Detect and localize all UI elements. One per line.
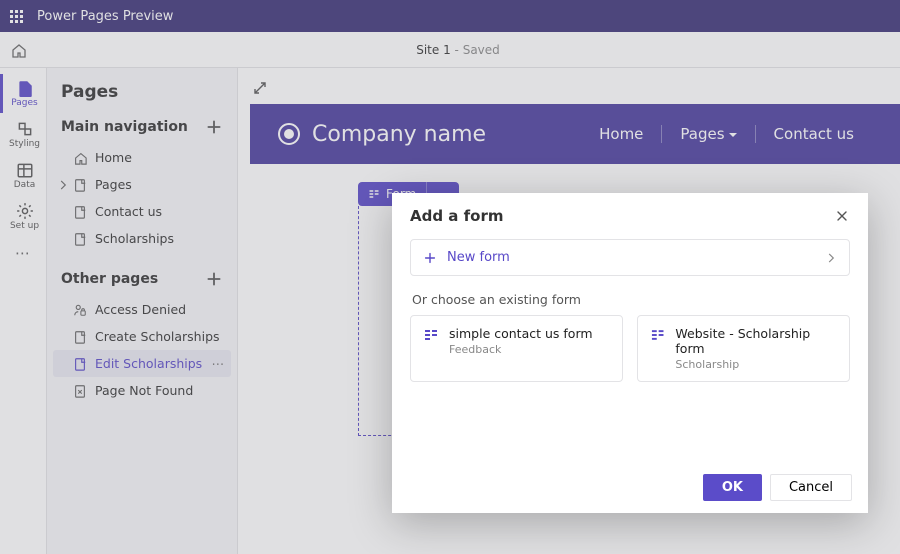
nav-item-contact[interactable]: Contact us [53, 198, 231, 225]
new-form-button[interactable]: New form [410, 239, 850, 276]
nav-item-home[interactable]: Home [53, 144, 231, 171]
nav-item-label: Contact us [95, 204, 162, 219]
page-error-icon [73, 384, 87, 398]
chevron-right-icon[interactable] [57, 179, 69, 191]
main-nav-section: Main navigation [53, 114, 231, 144]
choose-existing-label: Or choose an existing form [412, 292, 848, 307]
chevron-right-icon [825, 252, 837, 264]
styling-icon [16, 120, 34, 138]
site-header: Company name Home Pages Contact us [250, 104, 900, 164]
rail-pages-label: Pages [11, 98, 37, 108]
product-name: Power Pages Preview [37, 9, 173, 24]
rail-data-label: Data [14, 180, 36, 190]
page-access-denied[interactable]: Access Denied [53, 296, 231, 323]
close-icon[interactable] [834, 208, 850, 224]
gear-icon [16, 202, 34, 220]
pages-panel: Pages Main navigation Home Pages Contact… [47, 68, 238, 554]
form-icon [650, 327, 665, 343]
page-icon [73, 178, 87, 192]
other-pages-heading: Other pages [61, 271, 158, 287]
form-icon [368, 188, 380, 200]
rail-setup[interactable]: Set up [0, 197, 46, 236]
rail-styling[interactable]: Styling [0, 115, 46, 154]
nav-item-label: Scholarships [95, 231, 174, 246]
app-launcher-icon[interactable] [10, 10, 23, 23]
site-name: Site 1 [416, 43, 451, 57]
page-icon [73, 232, 87, 246]
main-nav-heading: Main navigation [61, 119, 188, 135]
rail-styling-label: Styling [9, 139, 40, 149]
nav-home[interactable]: Home [581, 125, 661, 143]
page-icon [73, 205, 87, 219]
nav-item-label: Page Not Found [95, 383, 193, 398]
modal-header: Add a form [392, 193, 868, 235]
cancel-button[interactable]: Cancel [770, 474, 852, 501]
page-not-found[interactable]: Page Not Found [53, 377, 231, 404]
form-card-title: simple contact us form [449, 326, 593, 341]
form-card-subtitle: Scholarship [675, 358, 837, 371]
nav-item-label: Access Denied [95, 302, 186, 317]
nav-item-label: Home [95, 150, 132, 165]
page-edit-scholarships[interactable]: Edit Scholarships ⋯ [53, 350, 231, 377]
expand-icon[interactable] [252, 80, 268, 96]
modal-footer: OK Cancel [392, 462, 868, 513]
site-status: Site 1 - Saved [26, 43, 890, 57]
nav-item-label: Edit Scholarships [95, 356, 202, 371]
plus-icon [423, 251, 437, 265]
nav-item-pages[interactable]: Pages [53, 171, 231, 198]
existing-form-scholarship[interactable]: Website - Scholarship form Scholarship [637, 315, 850, 382]
new-form-label: New form [447, 250, 510, 265]
site-nav: Home Pages Contact us [581, 125, 872, 143]
form-icon [423, 327, 439, 343]
nav-item-scholarships[interactable]: Scholarships [53, 225, 231, 252]
add-main-page-icon[interactable] [205, 118, 223, 136]
form-card-subtitle: Feedback [449, 343, 593, 356]
nav-rail: Pages Styling Data Set up ⋯ [0, 68, 47, 554]
rail-data[interactable]: Data [0, 156, 46, 195]
data-icon [16, 161, 34, 179]
brand-name[interactable]: Company name [312, 122, 486, 147]
sub-header: Site 1 - Saved [0, 32, 900, 68]
user-lock-icon [73, 303, 87, 317]
home-icon[interactable] [10, 42, 26, 58]
item-more-icon[interactable]: ⋯ [212, 356, 226, 371]
page-icon [73, 357, 87, 371]
ok-button[interactable]: OK [703, 474, 762, 501]
add-form-modal: Add a form New form Or choose an existin… [392, 193, 868, 513]
rail-more[interactable]: ⋯ [15, 244, 31, 262]
page-create-scholarships[interactable]: Create Scholarships [53, 323, 231, 350]
save-status: Saved [463, 43, 500, 57]
nav-item-label: Create Scholarships [95, 329, 220, 344]
brand-logo-icon [278, 123, 300, 145]
rail-pages[interactable]: Pages [0, 74, 46, 113]
form-card-title: Website - Scholarship form [675, 326, 837, 356]
home-icon [73, 151, 87, 165]
nav-contact[interactable]: Contact us [755, 125, 872, 143]
title-bar: Power Pages Preview [0, 0, 900, 32]
nav-item-label: Pages [95, 177, 132, 192]
modal-title: Add a form [410, 207, 504, 225]
page-icon [73, 330, 87, 344]
panel-title: Pages [53, 82, 231, 114]
pages-icon [16, 79, 34, 97]
nav-pages[interactable]: Pages [661, 125, 754, 143]
other-pages-section: Other pages [53, 266, 231, 296]
existing-form-contact[interactable]: simple contact us form Feedback [410, 315, 623, 382]
add-other-page-icon[interactable] [205, 270, 223, 288]
rail-setup-label: Set up [10, 221, 39, 231]
